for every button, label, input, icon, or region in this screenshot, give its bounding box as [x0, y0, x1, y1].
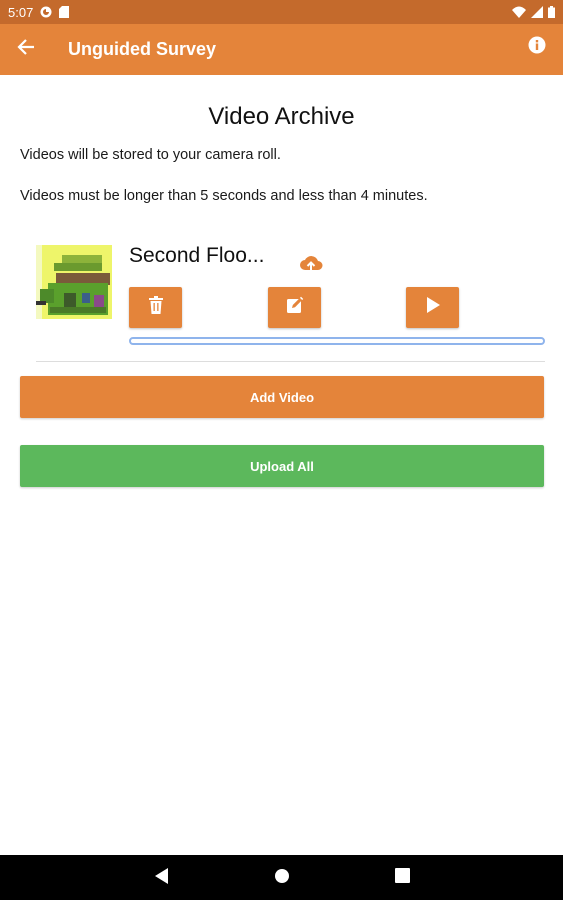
app-title: Unguided Survey — [68, 39, 217, 59]
wifi-icon — [512, 6, 526, 18]
duration-description: Videos must be longer than 5 seconds and… — [20, 188, 428, 204]
upload-all-button[interactable]: Upload All — [20, 445, 544, 487]
edit-icon — [286, 296, 304, 319]
notification-icon — [40, 6, 52, 18]
status-bar: 5:07 — [0, 0, 563, 24]
battery-icon — [548, 6, 555, 18]
play-icon — [426, 297, 440, 318]
status-right — [512, 6, 555, 18]
delete-icon — [148, 296, 164, 319]
video-list-item: Second Floo... — [0, 240, 563, 363]
app-bar: Unguided Survey — [0, 24, 563, 75]
page-title: Video Archive — [208, 103, 355, 130]
storage-description: Videos will be stored to your camera rol… — [20, 147, 281, 163]
status-left: 5:07 — [8, 4, 70, 20]
navigation-bar — [0, 855, 563, 900]
cloud-upload-icon[interactable] — [299, 254, 323, 279]
list-divider — [36, 361, 545, 362]
signal-icon — [531, 6, 543, 18]
recents-square-icon[interactable] — [395, 868, 410, 888]
upload-progress-bar — [129, 337, 545, 345]
delete-video-button[interactable] — [129, 287, 182, 328]
edit-video-button[interactable] — [268, 287, 321, 328]
back-button[interactable] — [0, 24, 52, 75]
back-triangle-icon[interactable] — [155, 868, 169, 889]
sim-card-icon — [59, 6, 70, 18]
video-thumbnail[interactable] — [36, 245, 112, 319]
arrow-back-icon — [17, 38, 35, 61]
video-name: Second Floo... — [129, 244, 265, 267]
info-icon — [528, 36, 546, 59]
status-time: 5:07 — [8, 4, 34, 20]
add-video-button[interactable]: Add Video — [20, 376, 544, 418]
home-circle-icon[interactable] — [274, 868, 290, 889]
play-video-button[interactable] — [406, 287, 459, 328]
info-button[interactable] — [511, 24, 563, 75]
